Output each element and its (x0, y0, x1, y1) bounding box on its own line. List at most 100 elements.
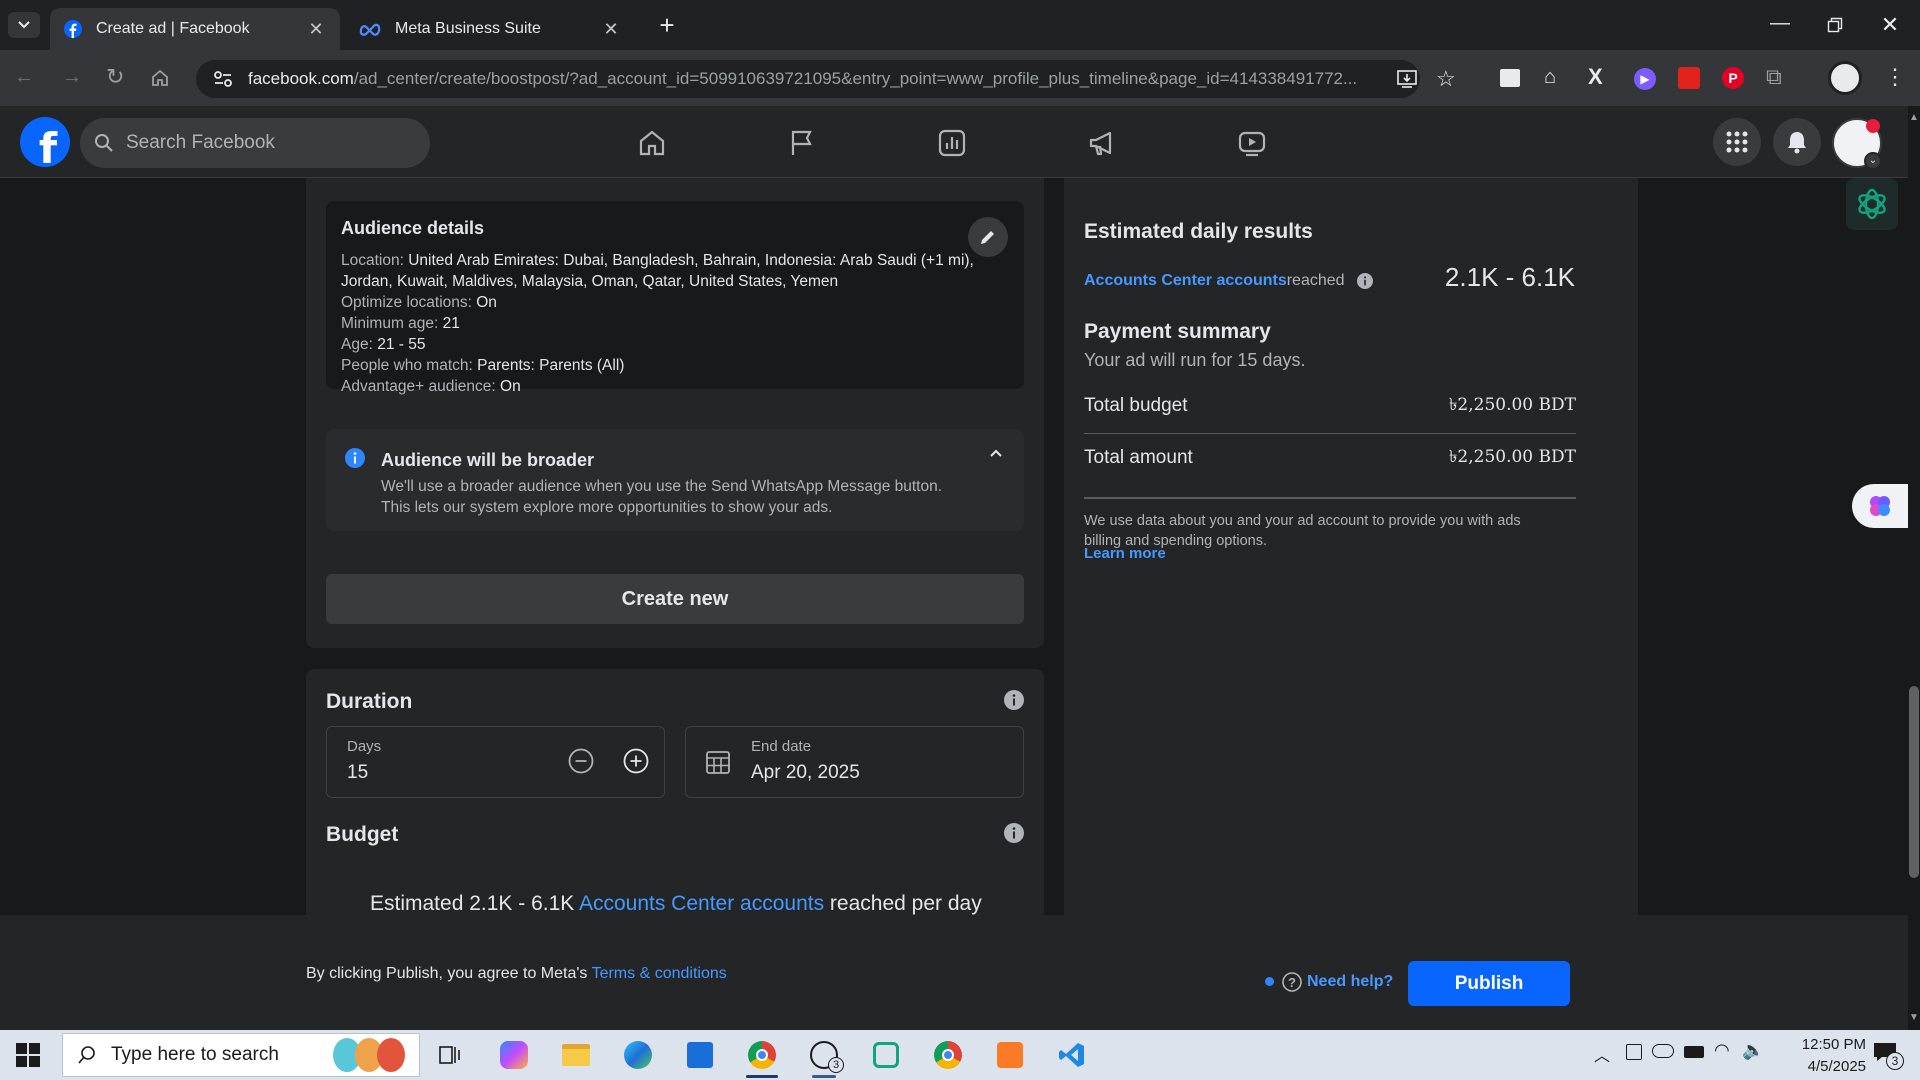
back-button[interactable]: ← (14, 66, 34, 89)
advantage-audience-value: On (500, 378, 521, 395)
store-app[interactable] (676, 1035, 724, 1075)
browser-menu-icon[interactable]: ⋮ (1884, 64, 1906, 90)
vscode-app[interactable] (1048, 1035, 1096, 1075)
browser-tab-meta-business-suite[interactable]: Meta Business Suite ✕ (345, 8, 635, 50)
brain-extension-button[interactable] (1852, 484, 1908, 528)
clock-time: 12:50 PM (1801, 1036, 1866, 1053)
install-icon (1397, 70, 1417, 88)
extension-icon-1[interactable] (1500, 69, 1520, 87)
collapse-notice-button[interactable] (988, 446, 1004, 462)
notifications-button[interactable] (1773, 118, 1821, 166)
edge-app[interactable] (614, 1035, 662, 1075)
nav-home[interactable] (622, 120, 682, 166)
total-amount-label: Total amount (1084, 447, 1193, 468)
forward-button[interactable]: → (62, 66, 82, 89)
days-value[interactable]: 15 (347, 762, 368, 784)
home-button[interactable] (150, 68, 170, 88)
extensions-puzzle-icon[interactable]: ⧉ (1766, 64, 1782, 90)
whatsapp-app[interactable]: 3 (800, 1035, 848, 1078)
restore-window-button[interactable] (1820, 12, 1850, 38)
minimum-age-value: 21 (442, 315, 460, 332)
budget-info-icon[interactable] (1004, 823, 1024, 843)
terms-link[interactable]: Terms & conditions (592, 965, 727, 982)
info-icon (345, 448, 365, 468)
task-view-button[interactable] (426, 1035, 474, 1075)
budget-accounts-link[interactable]: Accounts Center accounts (579, 892, 824, 915)
xampp-app[interactable] (986, 1035, 1034, 1075)
taskbar-search-box[interactable]: Type here to search (62, 1033, 420, 1077)
close-tab-icon[interactable]: ✕ (601, 19, 621, 40)
install-app-button[interactable] (1396, 68, 1418, 90)
account-chevron-icon[interactable]: ⌄ (1864, 152, 1882, 170)
clock[interactable]: 12:50 PM 4/5/2025 (1776, 1034, 1866, 1078)
create-new-audience-button[interactable]: Create new (326, 574, 1024, 624)
page-scrollbar[interactable] (1908, 106, 1920, 1030)
brain-icon (1870, 496, 1890, 516)
start-button[interactable] (16, 1043, 40, 1067)
terms-prefix: By clicking Publish, you agree to Meta's (306, 965, 592, 982)
tab-search-button[interactable] (8, 12, 40, 38)
publish-button[interactable]: Publish (1408, 961, 1570, 1006)
nav-insights[interactable] (922, 120, 982, 166)
address-bar[interactable]: facebook.com/ad_center/create/boostpost/… (196, 60, 1420, 98)
nav-pages[interactable] (772, 120, 832, 166)
site-info-icon[interactable] (212, 69, 234, 89)
duration-title: Duration (326, 690, 413, 713)
close-window-button[interactable]: ✕ (1875, 10, 1905, 40)
chrome-app[interactable] (738, 1035, 786, 1078)
reach-accounts-link[interactable]: Accounts Center accounts (1084, 272, 1287, 290)
facebook-search-input[interactable]: Search Facebook (80, 118, 430, 168)
extension-icon-2[interactable]: ⌂ (1544, 66, 1556, 89)
bell-icon (1788, 132, 1806, 154)
home-icon (152, 69, 168, 86)
scrollbar-thumb[interactable] (1909, 686, 1919, 878)
chrome-profile-app[interactable] (924, 1035, 972, 1075)
easter-eggs-search-highlight-icon (333, 1038, 405, 1072)
volume-muted-icon[interactable]: 🔈 (1742, 1040, 1764, 1061)
disclaimer-line-1: We use data about you and your ad accoun… (1084, 513, 1521, 529)
browser-tab-create-ad[interactable]: Create ad | Facebook ✕ (50, 8, 340, 50)
new-tab-button[interactable]: + (652, 10, 682, 40)
reload-button[interactable]: ↻ (106, 64, 124, 90)
reach-info-icon[interactable] (1356, 273, 1373, 289)
extension-icon-3[interactable]: X (1588, 64, 1603, 90)
ai-assistant-button[interactable] (1846, 178, 1898, 230)
age-label: Age: (341, 336, 378, 353)
need-help-button[interactable]: ? Need help? (1282, 972, 1393, 992)
picsart-app[interactable] (862, 1035, 910, 1075)
show-hidden-icons-button[interactable]: ︿ (1594, 1042, 1610, 1066)
total-budget-label: Total budget (1084, 395, 1188, 416)
close-tab-icon[interactable]: ✕ (306, 19, 326, 40)
duration-info-icon[interactable] (1004, 690, 1024, 710)
file-explorer-app[interactable] (552, 1035, 600, 1075)
days-stepper[interactable] (326, 726, 665, 798)
extension-icon-4[interactable]: ▶ (1634, 68, 1656, 90)
facebook-logo[interactable]: f (20, 117, 70, 167)
menu-grid-button[interactable] (1713, 118, 1761, 166)
nav-watch[interactable] (1222, 120, 1282, 166)
scroll-down-arrow[interactable]: ▼ (1908, 1012, 1920, 1023)
nav-ads[interactable] (1072, 120, 1132, 166)
budget-estimate-suffix: reached per day (824, 892, 982, 915)
scroll-up-arrow[interactable]: ▲ (1908, 112, 1920, 123)
pinterest-extension-icon[interactable]: P (1722, 67, 1744, 89)
bookmark-star-button[interactable]: ☆ (1436, 66, 1456, 92)
notification-center-button[interactable]: 3 (1872, 1040, 1906, 1070)
picsart-icon (873, 1042, 899, 1068)
battery-icon[interactable] (1684, 1046, 1704, 1058)
tab-title: Create ad | Facebook (96, 20, 250, 37)
decrease-days-button[interactable] (568, 748, 594, 774)
onedrive-error-icon[interactable] (1652, 1044, 1674, 1058)
profile-avatar[interactable] (1828, 61, 1862, 95)
wifi-icon[interactable]: ◠ (1714, 1040, 1730, 1061)
help-status-dot (1265, 977, 1274, 986)
tray-icon-1[interactable] (1626, 1044, 1642, 1060)
chart-icon (938, 129, 966, 157)
learn-more-link[interactable]: Learn more (1084, 545, 1166, 562)
copilot-app[interactable] (490, 1035, 538, 1075)
increase-days-button[interactable] (623, 748, 649, 774)
search-placeholder: Search Facebook (126, 132, 275, 153)
pdf-extension-icon[interactable] (1678, 67, 1700, 89)
minimize-window-button[interactable]: — (1765, 12, 1795, 36)
vscode-icon (1059, 1043, 1084, 1067)
